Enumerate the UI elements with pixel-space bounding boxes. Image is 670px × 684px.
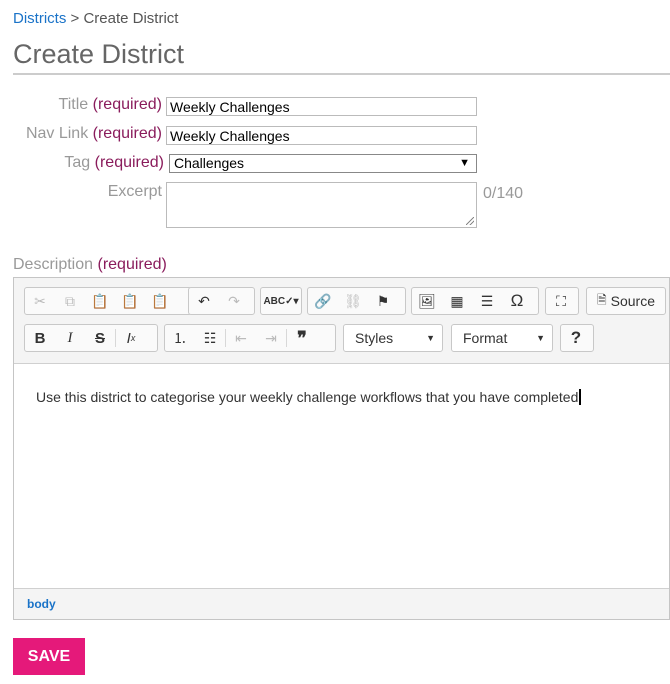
horizontal-line-icon[interactable]: ☰ xyxy=(472,288,502,314)
required-marker: (required) xyxy=(92,125,162,142)
tag-label-row: Tag (required) xyxy=(0,154,164,176)
copy-icon[interactable]: ⧉ xyxy=(55,288,85,314)
format-dropdown[interactable]: Format ▼ xyxy=(451,324,553,352)
breadcrumb: Districts > Create District xyxy=(13,10,178,27)
breadcrumb-current: Create District xyxy=(83,10,179,27)
title-label: Title (required) xyxy=(58,96,162,113)
anchor-flag-icon[interactable]: ⚑ xyxy=(368,288,398,314)
italic-icon[interactable]: I xyxy=(55,325,85,351)
insert-group: 🖼 ▦ ☰ Ω xyxy=(411,287,539,315)
editor-text: Use this district to categorise your wee… xyxy=(36,389,579,405)
tag-label: Tag (required) xyxy=(64,154,164,171)
save-button[interactable]: SAVE xyxy=(13,638,85,675)
dropdown-arrow-icon: ▼ xyxy=(459,157,470,169)
strikethrough-icon[interactable]: S xyxy=(85,325,115,351)
paste-icon[interactable]: 📋 xyxy=(85,288,115,314)
source-label: Source xyxy=(610,293,655,309)
chevron-down-icon: ▼ xyxy=(426,333,435,343)
special-char-icon[interactable]: Ω xyxy=(502,288,532,314)
maximize-icon[interactable]: ⛶ xyxy=(546,288,576,314)
help-icon[interactable]: ? xyxy=(561,325,591,351)
source-button[interactable]: 🗎 Source xyxy=(587,288,665,314)
blockquote-icon[interactable]: ❞ xyxy=(287,325,317,351)
cut-icon[interactable]: ✂ xyxy=(25,288,55,314)
required-marker: (required) xyxy=(94,154,164,171)
maximize-group: ⛶ xyxy=(545,287,579,315)
redo-icon[interactable]: ↷ xyxy=(219,288,249,314)
nav-link-label: Nav Link (required) xyxy=(25,125,162,142)
format-label: Format xyxy=(463,330,508,346)
tag-select[interactable]: Challenges ▼ xyxy=(169,154,477,173)
breadcrumb-separator: > xyxy=(70,10,80,27)
resize-grip-icon[interactable] xyxy=(466,217,474,225)
nav-link-label-row: Nav Link (required) xyxy=(0,125,162,147)
bullet-list-icon[interactable]: ☷ xyxy=(195,325,225,351)
undo-icon[interactable]: ↶ xyxy=(189,288,219,314)
indent-icon[interactable]: ⇥ xyxy=(256,325,286,351)
link-group: 🔗 ⛓ ⚑ xyxy=(307,287,406,315)
nav-link-input[interactable] xyxy=(166,126,477,145)
table-icon[interactable]: ▦ xyxy=(442,288,472,314)
title-label-row: Title (required) xyxy=(0,96,162,118)
excerpt-counter: 0/140 xyxy=(483,185,524,202)
tag-select-value: Challenges xyxy=(174,155,245,171)
rich-text-editor: ✂ ⧉ 📋 📋 📋 ↶ ↷ ABC✓▾ 🔗 ⛓ ⚑ 🖼 ▦ ☰ Ω ⛶ 🗎 So… xyxy=(13,277,670,620)
excerpt-label-row: Excerpt xyxy=(0,183,162,205)
editor-toolbar: ✂ ⧉ 📋 📋 📋 ↶ ↷ ABC✓▾ 🔗 ⛓ ⚑ 🖼 ▦ ☰ Ω ⛶ 🗎 So… xyxy=(14,278,669,364)
numbered-list-icon[interactable]: ⒈ xyxy=(165,325,195,351)
editor-content[interactable]: Use this district to categorise your wee… xyxy=(36,389,582,405)
element-path-body[interactable]: body xyxy=(27,597,56,611)
clipboard-group: ✂ ⧉ 📋 📋 📋 xyxy=(24,287,192,315)
styles-dropdown[interactable]: Styles ▼ xyxy=(343,324,443,352)
text-cursor xyxy=(579,389,582,405)
paste-text-icon[interactable]: 📋 xyxy=(115,288,145,314)
required-marker: (required) xyxy=(92,96,162,113)
image-icon[interactable]: 🖼 xyxy=(412,288,442,314)
description-label: Description (required) xyxy=(13,256,167,273)
spellcheck-icon[interactable]: ABC✓▾ xyxy=(261,288,301,314)
title-divider xyxy=(13,73,670,75)
basic-styles-group: B I S Ix xyxy=(24,324,158,352)
editor-status-bar: body xyxy=(14,588,669,619)
breadcrumb-districts-link[interactable]: Districts xyxy=(13,10,66,27)
required-marker: (required) xyxy=(97,256,167,273)
spellcheck-group: ABC✓▾ xyxy=(260,287,302,315)
bold-icon[interactable]: B xyxy=(25,325,55,351)
excerpt-label: Excerpt xyxy=(107,183,162,200)
page-title: Create District xyxy=(13,39,185,69)
outdent-icon[interactable]: ⇤ xyxy=(226,325,256,351)
paste-word-icon[interactable]: 📋 xyxy=(145,288,175,314)
chevron-down-icon: ▼ xyxy=(536,333,545,343)
remove-format-icon[interactable]: Ix xyxy=(116,325,146,351)
unlink-icon[interactable]: ⛓ xyxy=(338,288,368,314)
undo-group: ↶ ↷ xyxy=(188,287,255,315)
excerpt-textarea[interactable] xyxy=(166,182,477,228)
help-group: ? xyxy=(560,324,594,352)
paragraph-group: ⒈ ☷ ⇤ ⇥ ❞ xyxy=(164,324,336,352)
styles-label: Styles xyxy=(355,330,394,346)
source-file-icon: 🗎 xyxy=(596,292,607,307)
title-input[interactable] xyxy=(166,97,477,116)
link-icon[interactable]: 🔗 xyxy=(308,288,338,314)
source-group: 🗎 Source xyxy=(586,287,666,315)
